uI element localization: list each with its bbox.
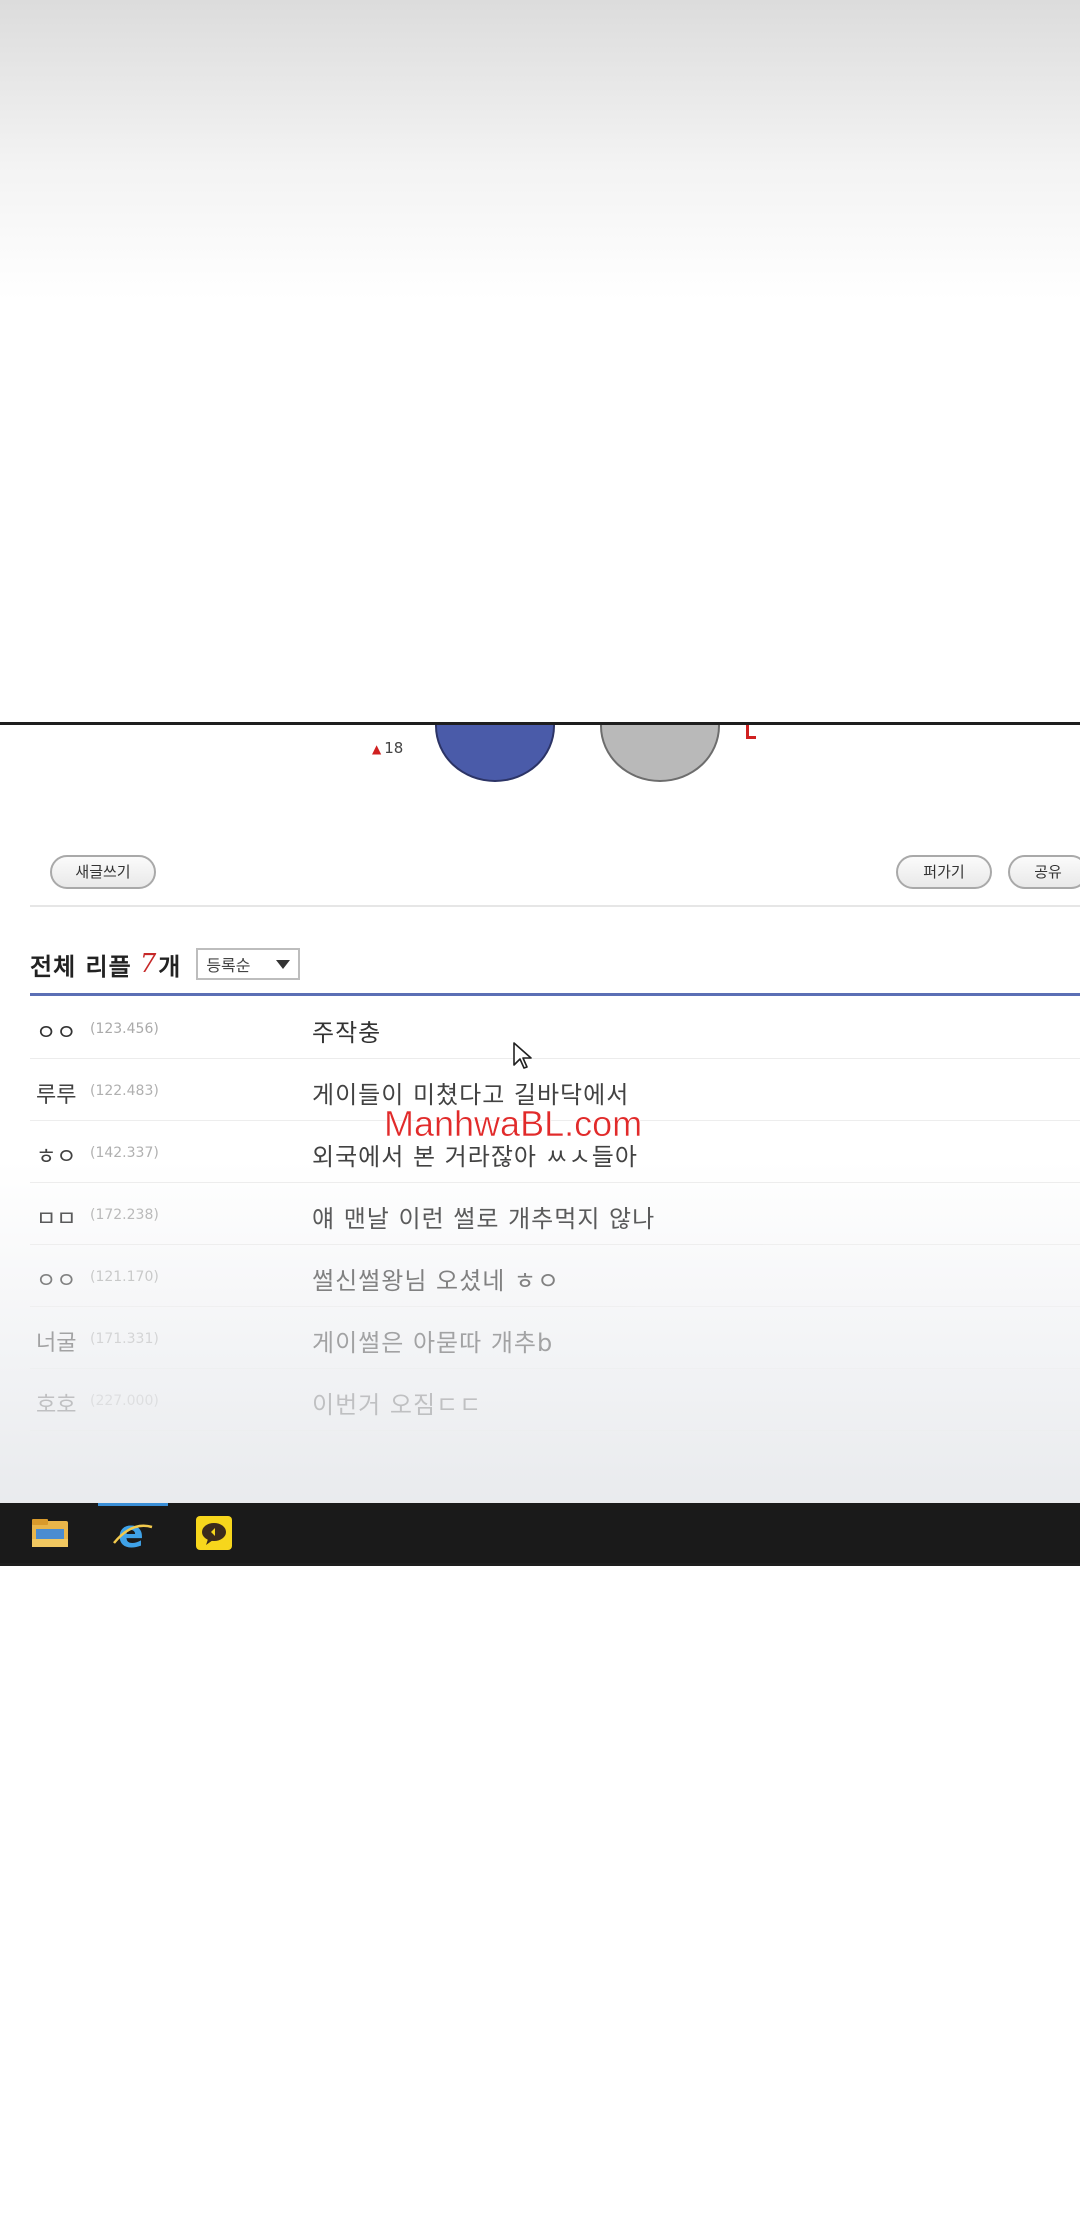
kakaotalk-icon[interactable] bbox=[192, 1513, 236, 1553]
comment-ip: (121.170) bbox=[90, 1269, 159, 1285]
sort-order-value: 등록순 bbox=[206, 956, 251, 975]
comment-row: 너굴 (171.331) 게이썰은 아묻따 개추b bbox=[30, 1307, 1080, 1369]
top-blank-area bbox=[0, 0, 1080, 300]
comment-nick[interactable]: ㅇㅇ bbox=[36, 1263, 76, 1295]
comments-unit: 개 bbox=[158, 952, 181, 981]
up-arrow-icon: ▲ bbox=[372, 742, 382, 756]
comment-ip: (142.337) bbox=[90, 1145, 159, 1161]
svg-text:e: e bbox=[118, 1513, 144, 1553]
comment-row: 호호 (227.000) 이번거 오짐ㄷㄷ bbox=[30, 1369, 1080, 1431]
comment-text: 이번거 오짐ㄷㄷ bbox=[312, 1391, 483, 1419]
write-post-button[interactable]: 새글쓰기 bbox=[50, 855, 156, 889]
taskbar: e bbox=[0, 1503, 1080, 1563]
comment-text: 얘 맨날 이런 썰로 개추먹지 않나 bbox=[312, 1205, 656, 1233]
watermark: ManhwaBL.com bbox=[384, 1103, 643, 1145]
comment-row: ㅁㅁ (172.238) 얘 맨날 이런 썰로 개추먹지 않나 bbox=[30, 1183, 1080, 1245]
red-mark-icon bbox=[746, 725, 756, 739]
comment-row: ㅇㅇ (121.170) 썰신썰왕님 오셨네 ㅎㅇ bbox=[30, 1245, 1080, 1307]
comments-label: 전체 리플 bbox=[30, 952, 132, 981]
recommend-button[interactable] bbox=[435, 725, 555, 782]
comment-list: ㅇㅇ (123.456) 주작충 루루 (122.483) 게이들이 미쳤다고 … bbox=[30, 997, 1080, 1431]
internet-explorer-icon[interactable]: e bbox=[110, 1513, 154, 1553]
comments-header: 전체 리플 7 개 등록순 bbox=[30, 947, 301, 981]
active-app-indicator bbox=[98, 1503, 168, 1506]
comment-ip: (122.483) bbox=[90, 1083, 159, 1099]
comments-count: 7 bbox=[139, 949, 157, 979]
comment-nick[interactable]: 호호 bbox=[36, 1387, 76, 1419]
chevron-down-icon bbox=[276, 960, 291, 969]
vote-count: ▲ 18 bbox=[372, 739, 403, 757]
comment-nick[interactable]: 루루 bbox=[36, 1077, 76, 1109]
comments-divider bbox=[30, 993, 1080, 996]
file-explorer-icon[interactable] bbox=[28, 1513, 72, 1553]
comment-ip: (123.456) bbox=[90, 1021, 159, 1037]
sort-order-select[interactable]: 등록순 bbox=[196, 948, 301, 980]
comment-nick[interactable]: ㅇㅇ bbox=[36, 1015, 76, 1047]
mouse-cursor-icon bbox=[513, 1042, 532, 1069]
vote-count-value: 18 bbox=[384, 739, 404, 757]
comment-ip: (227.000) bbox=[90, 1393, 159, 1409]
comment-text: 게이썰은 아묻따 개추b bbox=[312, 1329, 554, 1357]
not-recommend-button[interactable] bbox=[600, 725, 720, 782]
scrap-button[interactable]: 퍼가기 bbox=[896, 855, 992, 889]
divider bbox=[30, 905, 1080, 907]
comment-ip: (172.238) bbox=[90, 1207, 159, 1223]
share-button[interactable]: 공유 bbox=[1008, 855, 1080, 889]
comment-row: ㅇㅇ (123.456) 주작충 bbox=[30, 997, 1080, 1059]
comment-ip: (171.331) bbox=[90, 1331, 159, 1347]
comment-nick[interactable]: ㅎㅇ bbox=[36, 1139, 76, 1171]
comment-nick[interactable]: ㅁㅁ bbox=[36, 1201, 76, 1233]
page: ▲ 18 새글쓰기 퍼가기 공유 전체 리플 7 개 등록순 ㅇㅇ (123.45… bbox=[0, 0, 1080, 2233]
comment-text: 썰신썰왕님 오셨네 ㅎㅇ bbox=[312, 1267, 561, 1295]
comment-nick[interactable]: 너굴 bbox=[36, 1325, 76, 1357]
comment-text: 주작충 bbox=[312, 1019, 382, 1047]
browser-screen-capture: ▲ 18 새글쓰기 퍼가기 공유 전체 리플 7 개 등록순 ㅇㅇ (123.45… bbox=[0, 722, 1080, 1566]
